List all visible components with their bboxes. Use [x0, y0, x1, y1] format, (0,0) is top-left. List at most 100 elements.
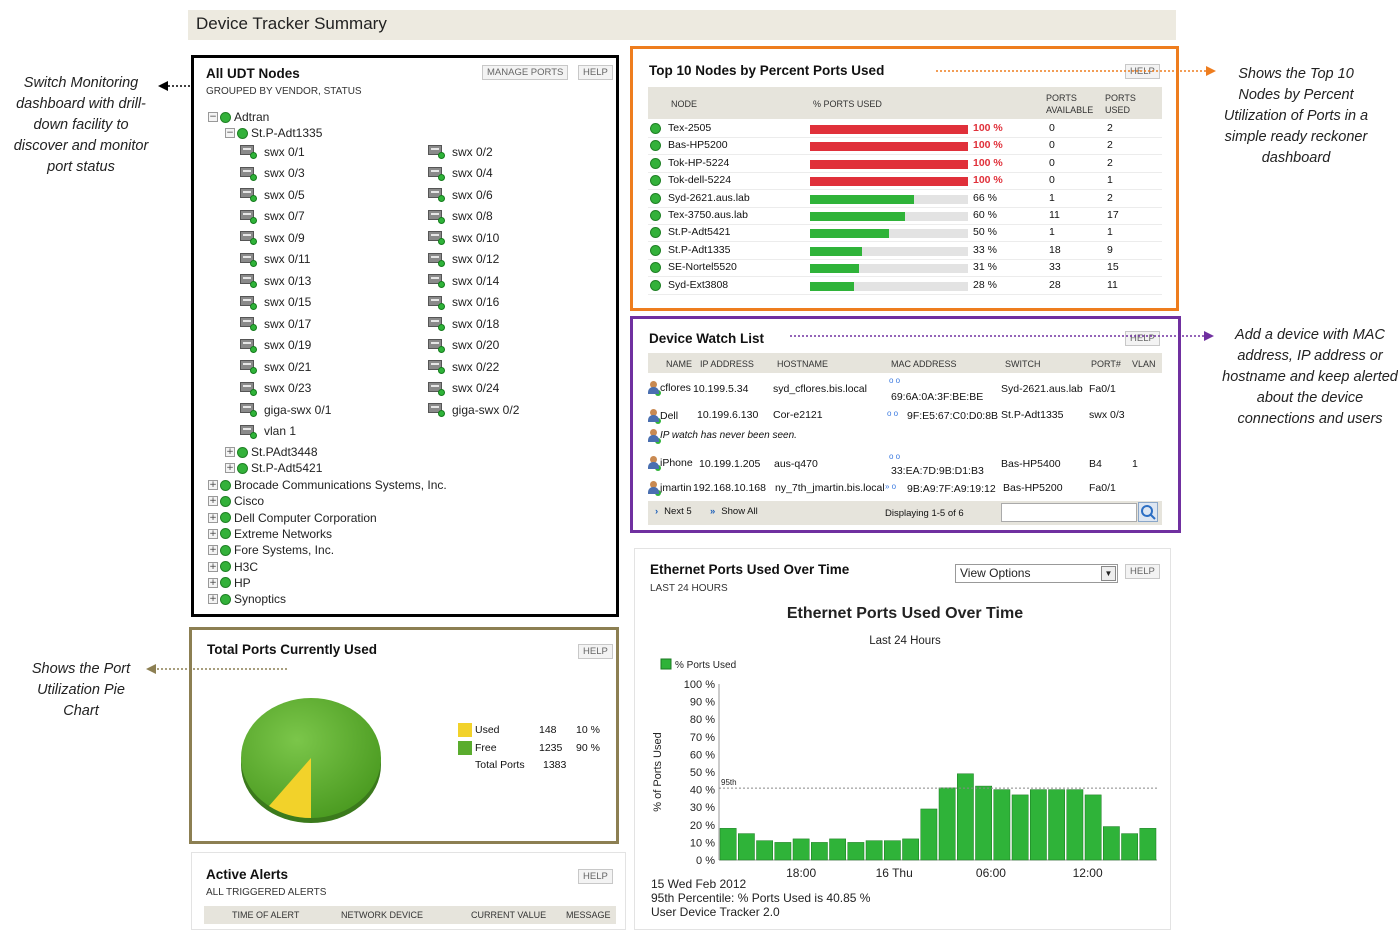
top10-node-link[interactable]: Tex-2505	[668, 122, 711, 134]
view-options-select[interactable]: View Options ▼	[955, 564, 1118, 583]
port-item[interactable]: swx 0/9	[240, 230, 305, 245]
watch-search-input[interactable]	[1001, 503, 1137, 522]
page-header: Device Tracker Summary	[188, 10, 1176, 40]
tree-vendor[interactable]: + Brocade Communications Systems, Inc.	[208, 478, 447, 492]
ethernet-help-button[interactable]: HELP	[1125, 564, 1160, 579]
port-item[interactable]: swx 0/7	[240, 209, 305, 224]
tree-vendor[interactable]: + HP	[208, 576, 251, 590]
switch-port-icon	[428, 166, 445, 181]
port-item[interactable]: swx 0/18	[428, 316, 499, 331]
alerts-help-button[interactable]: HELP	[578, 869, 613, 884]
tree-vendor[interactable]: + Fore Systems, Inc.	[208, 543, 334, 557]
collapse-icon[interactable]: −	[225, 128, 235, 138]
port-item[interactable]: swx 0/19	[240, 338, 311, 353]
top10-used: 15	[1107, 261, 1119, 274]
tree-vendor[interactable]: + Dell Computer Corporation	[208, 511, 377, 525]
port-item[interactable]: swx 0/12	[428, 252, 499, 267]
top10-node-link[interactable]: Tok-dell-5224	[668, 174, 731, 186]
tree-vendor-adtran[interactable]: − Adtran	[208, 110, 269, 124]
port-label: swx 0/22	[452, 359, 500, 374]
chart-subtitle: Last 24 Hours	[869, 635, 941, 647]
port-item[interactable]: swx 0/10	[428, 230, 499, 245]
next-5-button[interactable]: › Next 5	[655, 506, 692, 517]
tree-subnode[interactable]: + St.P-Adt5421	[225, 461, 322, 475]
percent-bar	[810, 246, 968, 256]
expand-icon[interactable]: +	[208, 480, 218, 490]
top10-node-link[interactable]: Syd-Ext3808	[668, 279, 728, 291]
top10-node-link[interactable]: St.P-Adt1335	[668, 244, 730, 256]
expand-icon[interactable]: +	[208, 496, 218, 507]
top10-node-link[interactable]: Tok-HP-5224	[668, 157, 729, 169]
port-label: swx 0/7	[264, 209, 305, 223]
tree-subnode[interactable]: + St.PAdt3448	[225, 445, 318, 459]
top10-node-link[interactable]: Tex-3750.aus.lab	[668, 209, 748, 221]
top10-help-button[interactable]: HELP	[1125, 64, 1160, 79]
port-item[interactable]: swx 0/14	[428, 273, 499, 288]
top10-avail: 1	[1049, 226, 1055, 239]
switch-port-icon	[240, 295, 257, 310]
switch-port-icon	[240, 338, 257, 353]
port-item[interactable]: vlan 1	[240, 424, 296, 439]
port-label: swx 0/23	[264, 381, 312, 395]
expand-icon[interactable]: +	[208, 512, 218, 523]
port-item[interactable]: swx 0/23	[240, 381, 311, 396]
row-divider	[648, 241, 1162, 243]
expand-icon[interactable]: +	[208, 545, 218, 556]
search-button[interactable]	[1138, 502, 1158, 522]
port-item[interactable]: swx 0/22	[428, 359, 499, 374]
port-item[interactable]: swx 0/13	[240, 273, 311, 288]
port-item[interactable]: swx 0/15	[240, 295, 311, 310]
watch-row[interactable]: cflores	[648, 381, 691, 396]
manage-ports-button[interactable]: MANAGE PORTS	[482, 65, 569, 80]
top10-node-link[interactable]: St.P-Adt5421	[668, 226, 730, 238]
collapse-icon[interactable]: −	[208, 112, 218, 122]
chevron-down-icon[interactable]: ▼	[1101, 566, 1116, 581]
expand-icon[interactable]: +	[208, 528, 218, 539]
tree-vendor[interactable]: + H3C	[208, 560, 258, 574]
expand-icon[interactable]: +	[208, 561, 218, 572]
watch-row[interactable]: jmartin	[648, 481, 692, 496]
chart-footer-date: 15 Wed Feb 2012	[651, 877, 747, 891]
expand-icon[interactable]: +	[225, 463, 235, 473]
top10-pct: 66 %	[973, 191, 997, 204]
port-item[interactable]: swx 0/20	[428, 338, 499, 353]
tree-vendor[interactable]: + Extreme Networks	[208, 527, 332, 541]
port-item[interactable]: swx 0/1	[240, 144, 305, 159]
port-item[interactable]: giga-swx 0/2	[428, 402, 519, 417]
port-item[interactable]: giga-swx 0/1	[240, 402, 331, 417]
col-name: NAME	[666, 359, 693, 369]
top10-pct: 100 %	[973, 174, 1003, 187]
watch-row[interactable]: Dell	[648, 409, 678, 424]
tree-node[interactable]: − St.P-Adt1335	[225, 126, 322, 140]
port-item[interactable]: swx 0/5	[240, 187, 305, 202]
port-label: swx 0/21	[264, 359, 312, 374]
port-item[interactable]: swx 0/17	[240, 316, 311, 331]
top10-node-link[interactable]: Syd-2621.aus.lab	[668, 192, 750, 204]
percent-bar-fill	[810, 177, 968, 187]
network-icon: o o	[889, 452, 901, 461]
top10-node-link[interactable]: SE-Nortel5520	[668, 261, 737, 273]
port-item[interactable]: swx 0/11	[240, 252, 310, 267]
port-item[interactable]: swx 0/16	[428, 295, 499, 310]
tree-vendor[interactable]: + Synoptics	[208, 592, 286, 606]
expand-icon[interactable]: +	[208, 577, 218, 588]
udt-help-button[interactable]: HELP	[578, 65, 613, 80]
show-all-button[interactable]: » Show All	[710, 506, 758, 517]
port-item[interactable]: swx 0/3	[240, 166, 305, 181]
watch-help-button[interactable]: HELP	[1125, 331, 1160, 346]
port-item[interactable]: swx 0/21	[240, 359, 311, 374]
port-item[interactable]: swx 0/4	[428, 166, 493, 181]
top10-node-link[interactable]: Bas-HP5200	[668, 139, 728, 151]
port-label: swx 0/14	[452, 273, 500, 288]
watch-row[interactable]: iPhone	[648, 456, 693, 471]
port-item[interactable]: swx 0/2	[428, 144, 493, 159]
port-item[interactable]: swx 0/6	[428, 187, 493, 202]
total-ports-help-button[interactable]: HELP	[578, 644, 613, 659]
expand-icon[interactable]: +	[225, 447, 235, 457]
port-label: giga-swx 0/1	[264, 402, 332, 417]
port-item[interactable]: swx 0/24	[428, 381, 499, 396]
expand-icon[interactable]: +	[208, 594, 218, 605]
port-item[interactable]: swx 0/8	[428, 209, 493, 224]
tree-vendor[interactable]: + Cisco	[208, 494, 264, 508]
top10-avail: 0	[1049, 122, 1055, 134]
